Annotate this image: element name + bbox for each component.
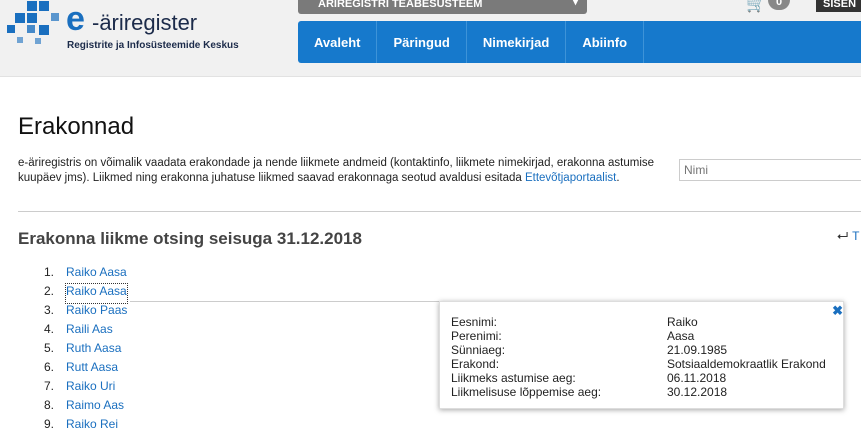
detail-row: Eesnimi: Raiko: [451, 315, 826, 329]
row-separator: [130, 301, 440, 302]
detail-label: Liikmeks astumise aeg:: [451, 371, 576, 385]
system-select-label: ÄRIREGISTRI TEABESÜSTEEM: [318, 0, 483, 10]
intro-end: .: [616, 172, 620, 184]
member-link[interactable]: Raili Aas: [66, 322, 113, 341]
logo-e: e: [66, 0, 85, 38]
logo-square: [27, 13, 37, 23]
list-item-number: 6.: [43, 360, 54, 374]
list-item-number: 8.: [43, 398, 54, 412]
list-item: 6. Rutt Aasa: [40, 360, 440, 379]
logo-square: [27, 1, 37, 11]
logo-square: [27, 25, 35, 33]
system-select[interactable]: ÄRIREGISTRI TEABESÜSTEEM ▾: [298, 0, 587, 14]
logo-square: [39, 25, 49, 35]
logo-square: [15, 13, 25, 23]
section-title: Erakonna liikme otsing seisuga 31.12.201…: [18, 229, 362, 248]
member-detail-table: Eesnimi: Raiko Perenimi: Aasa Sünniaeg: 21.…: [451, 315, 826, 399]
member-link[interactable]: Ruth Aasa: [66, 341, 121, 360]
list-item-number: 2.: [43, 284, 54, 298]
detail-row: Liikmeks astumise aeg: 06.11.2018: [451, 371, 826, 385]
nav-item-paringud[interactable]: Päringud: [377, 21, 467, 63]
member-list: 1. Raiko Aasa 2. Raiko Aasa 3. Raiko Paas 4…: [40, 265, 440, 436]
detail-row: Erakond: Sotsiaaldemokraatlik Erakond: [451, 357, 826, 371]
main-nav: Avaleht Päringud Nimekirjad Abiinfo: [298, 21, 861, 63]
detail-label: Perenimi:: [451, 329, 502, 343]
list-item-number: 1.: [43, 265, 54, 279]
detail-row: Sünniaeg: 21.09.1985: [451, 343, 826, 357]
list-item: 3. Raiko Paas: [40, 303, 440, 322]
member-link[interactable]: Rutt Aasa: [66, 360, 118, 379]
member-link[interactable]: Raiko Paas: [66, 303, 127, 322]
back-label: T: [852, 229, 860, 243]
logo-subtitle: Registrite ja Infosüsteemide Keskus: [67, 40, 239, 51]
member-link[interactable]: Raiko Uri: [66, 379, 115, 398]
detail-value: 30.12.2018: [667, 385, 728, 399]
logo[interactable]: e -äriregister Registrite ja Infosüsteem…: [6, 0, 246, 60]
back-link[interactable]: ⮠ T: [837, 227, 859, 244]
divider: [18, 211, 861, 212]
member-detail-popup: ✖ Eesnimi: Raiko Perenimi: Aasa Sünniaeg: 2…: [439, 301, 844, 409]
header-bar: e -äriregister Registrite ja Infosüsteem…: [0, 0, 861, 77]
list-item-number: 9.: [43, 417, 54, 431]
detail-row: Perenimi: Aasa: [451, 329, 826, 343]
logo-square: [7, 25, 15, 33]
nav-item-abiinfo[interactable]: Abiinfo: [566, 21, 645, 63]
list-item: 8. Raimo Aas: [40, 398, 440, 417]
detail-row: Liikmelisuse lõppemise aeg: 30.12.2018: [451, 385, 826, 399]
portal-link[interactable]: Ettevõtjaportaalist: [525, 172, 616, 184]
logo-square: [35, 38, 41, 44]
detail-value: 21.09.1985: [667, 343, 728, 357]
member-link[interactable]: Raiko Aasa: [66, 265, 127, 284]
detail-value: 06.11.2018: [667, 371, 727, 385]
cart-count-badge: 0: [768, 0, 790, 10]
list-item-number: 7.: [43, 379, 54, 393]
member-link[interactable]: Raimo Aas: [66, 398, 124, 417]
intro-text: e-äriregistris on võimalik vaadata erako…: [18, 156, 668, 186]
detail-value: Sotsiaaldemokraatlik Erakond: [667, 357, 826, 371]
member-link[interactable]: Raiko Aasa: [65, 283, 128, 304]
detail-label: Eesnimi:: [451, 315, 498, 329]
back-arrow-icon: ⮠: [837, 227, 849, 243]
list-item-number: 3.: [43, 303, 54, 317]
list-item: 4. Raili Aas: [40, 322, 440, 341]
logo-name: -äriregister: [92, 10, 198, 35]
list-item-number: 4.: [43, 322, 54, 336]
logo-square: [17, 37, 23, 43]
member-link[interactable]: Raiko Rei: [66, 417, 118, 436]
detail-value: Raiko: [667, 315, 698, 329]
chevron-down-icon: ▾: [572, 0, 578, 8]
nav-item-nimekirjad[interactable]: Nimekirjad: [467, 21, 567, 63]
search-input[interactable]: [679, 159, 861, 181]
close-icon[interactable]: ✖: [832, 303, 843, 319]
detail-label: Erakond:: [451, 357, 500, 371]
page-title: Erakonnad: [18, 113, 135, 140]
list-item: 1. Raiko Aasa: [40, 265, 440, 284]
detail-label: Sünniaeg:: [451, 343, 506, 357]
nav-item-avaleht[interactable]: Avaleht: [298, 21, 378, 63]
detail-label: Liikmelisuse lõppemise aeg:: [451, 385, 602, 399]
detail-value: Aasa: [667, 329, 695, 343]
cart-icon[interactable]: 🛒: [746, 0, 766, 14]
login-button[interactable]: SISEN: [816, 0, 861, 12]
logo-square: [39, 1, 49, 11]
list-item: 7. Raiko Uri: [40, 379, 440, 398]
list-item-number: 5.: [43, 341, 54, 355]
list-item: 5. Ruth Aasa: [40, 341, 440, 360]
list-item: 9. Raiko Rei: [40, 417, 440, 436]
logo-square: [51, 13, 59, 21]
